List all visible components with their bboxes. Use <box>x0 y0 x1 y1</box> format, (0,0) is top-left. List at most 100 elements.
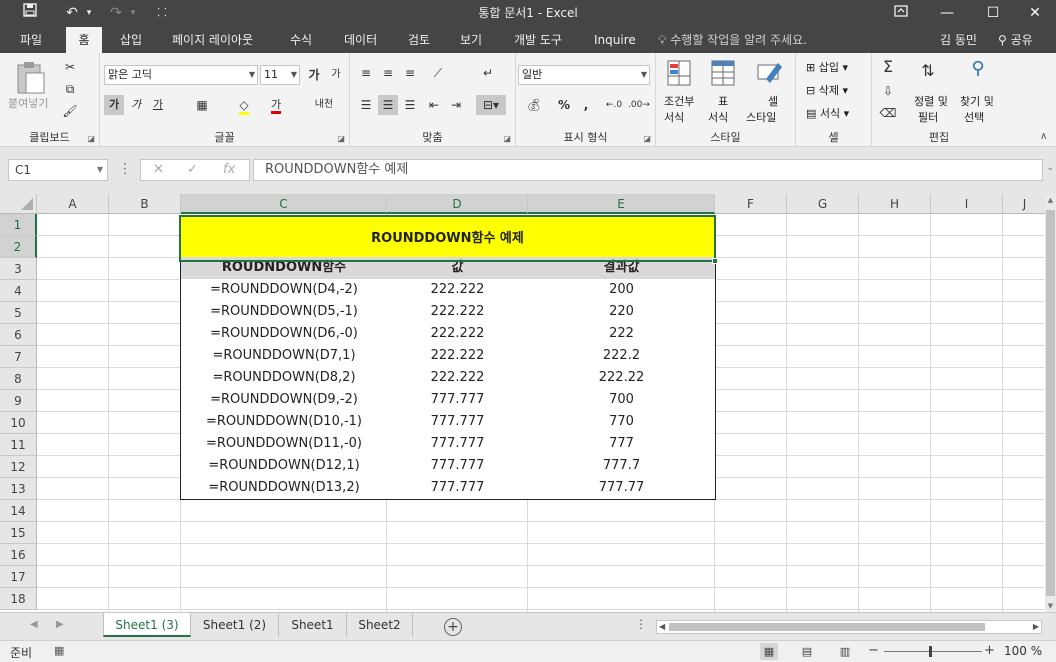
wrap-text-icon[interactable]: ↵ <box>478 63 498 83</box>
table-cell-formula[interactable]: =ROUNDDOWN(D9,-2) <box>180 389 388 412</box>
row-header-2[interactable]: 2 <box>0 236 37 258</box>
row-header-10[interactable]: 10 <box>0 412 37 434</box>
table-cell-result[interactable]: 222 <box>528 323 716 346</box>
increase-indent-icon[interactable]: ⇥ <box>446 95 466 115</box>
minimize-icon[interactable]: — <box>924 0 970 27</box>
tab-inquire[interactable]: Inquire <box>590 27 640 53</box>
customize-qat-icon[interactable]: ⸬ <box>154 3 170 23</box>
column-header-h[interactable]: H <box>859 194 931 214</box>
table-cell-result[interactable]: 220 <box>528 301 716 324</box>
title-cell[interactable]: ROUNDDOWN함수 예제 <box>180 216 715 261</box>
table-header-value[interactable]: 값 <box>387 257 529 280</box>
row-header-16[interactable]: 16 <box>0 544 37 566</box>
tab-file[interactable]: 파일 <box>16 27 46 53</box>
expand-formula-icon[interactable]: ⌄ <box>1046 163 1054 173</box>
align-top-icon[interactable]: ≡ <box>356 63 376 83</box>
tab-split-icon[interactable]: ⋮ <box>635 617 647 631</box>
table-cell-result[interactable]: 770 <box>528 411 716 434</box>
underline-button[interactable]: 가 <box>148 95 168 115</box>
horizontal-scrollbar[interactable]: ◀ ▶ <box>656 620 1042 634</box>
cut-icon[interactable]: ✂ <box>60 57 80 77</box>
table-cell-result[interactable]: 200 <box>528 279 716 302</box>
align-left-icon[interactable]: ☰ <box>356 95 376 115</box>
italic-button[interactable]: 가 <box>126 95 146 115</box>
increase-decimal-icon[interactable]: ←.0 <box>604 95 624 115</box>
ribbon-display-icon[interactable] <box>878 0 924 27</box>
table-cell-result[interactable]: 222.22 <box>528 367 716 390</box>
column-header-g[interactable]: G <box>787 194 859 214</box>
enter-icon[interactable]: ✓ <box>187 160 198 180</box>
cancel-icon[interactable]: ✕ <box>153 160 164 180</box>
tell-me-box[interactable]: 💡︎ 수행할 작업을 알려 주세요. <box>658 27 807 53</box>
number-format-select[interactable]: 일반 ▼ <box>518 65 650 85</box>
undo-dropdown-icon[interactable]: ▾ <box>84 3 94 23</box>
shrink-font-button[interactable]: 가 <box>326 65 346 85</box>
sheet-tab-sheet2[interactable]: Sheet2 <box>347 613 413 637</box>
decrease-indent-icon[interactable]: ⇤ <box>424 95 444 115</box>
column-header-c[interactable]: C <box>181 194 387 214</box>
format-painter-icon[interactable]: 🖌︎ <box>60 101 80 121</box>
tab-page-layout[interactable]: 페이지 레이아웃 <box>168 27 257 53</box>
column-header-e[interactable]: E <box>528 194 715 214</box>
fill-color-icon[interactable]: ◇ <box>234 95 254 115</box>
clipboard-launcher-icon[interactable]: ◪ <box>87 134 95 143</box>
grow-font-button[interactable]: 가 <box>304 65 324 85</box>
fill-icon[interactable]: ⇩ <box>878 81 898 101</box>
number-launcher-icon[interactable]: ◪ <box>643 134 651 143</box>
vertical-scroll-thumb[interactable] <box>1046 210 1055 596</box>
table-cell-value[interactable]: 222.222 <box>387 301 529 324</box>
font-size-select[interactable]: 11 ▼ <box>260 65 300 85</box>
bold-button[interactable]: 가 <box>104 95 124 115</box>
redo-dropdown-icon[interactable]: ▾ <box>128 3 138 23</box>
table-cell-formula[interactable]: =ROUNDDOWN(D13,2) <box>180 477 388 500</box>
column-header-j[interactable]: J <box>1003 194 1045 214</box>
column-header-i[interactable]: I <box>931 194 1003 214</box>
row-header-6[interactable]: 6 <box>0 324 37 346</box>
zoom-out-icon[interactable]: − <box>868 643 879 658</box>
undo-icon[interactable]: ↶ <box>62 3 82 23</box>
percent-button[interactable]: % <box>554 95 574 115</box>
sort-filter-icon[interactable]: ⇅ <box>918 61 938 81</box>
scroll-up-icon[interactable]: ▲ <box>1045 196 1056 204</box>
scroll-down-icon[interactable]: ▼ <box>1045 602 1056 610</box>
table-cell-result[interactable]: 700 <box>528 389 716 412</box>
page-break-view-icon[interactable]: ▥ <box>836 643 854 660</box>
table-cell-value[interactable]: 777.777 <box>387 477 529 500</box>
scroll-left-icon[interactable]: ◀ <box>659 621 665 633</box>
page-layout-view-icon[interactable]: ▤ <box>798 643 816 660</box>
table-cell-formula[interactable]: =ROUNDDOWN(D6,-0) <box>180 323 388 346</box>
table-cell-formula[interactable]: =ROUNDDOWN(D12,1) <box>180 455 388 478</box>
share-button[interactable]: ⚲ 공유 <box>998 27 1033 53</box>
font-launcher-icon[interactable]: ◪ <box>337 134 345 143</box>
column-header-d[interactable]: D <box>387 194 528 214</box>
table-cell-result[interactable]: 777 <box>528 433 716 456</box>
merge-center-icon[interactable]: ⊟▾ <box>476 95 506 115</box>
row-header-7[interactable]: 7 <box>0 346 37 368</box>
font-name-select[interactable]: 맑은 고딕 ▼ <box>104 65 258 85</box>
table-header-formula[interactable]: ROUDNDOWN함수 <box>180 257 388 280</box>
table-cell-value[interactable]: 777.777 <box>387 455 529 478</box>
row-header-4[interactable]: 4 <box>0 280 37 302</box>
row-header-11[interactable]: 11 <box>0 434 37 456</box>
save-icon[interactable] <box>20 3 40 23</box>
zoom-level[interactable]: 100 % <box>1004 644 1042 658</box>
zoom-slider[interactable] <box>884 651 982 652</box>
cell-styles-icon[interactable] <box>756 59 784 92</box>
table-cell-formula[interactable]: =ROUNDDOWN(D8,2) <box>180 367 388 390</box>
align-bottom-icon[interactable]: ≡ <box>400 63 420 83</box>
table-cell-value[interactable]: 222.222 <box>387 345 529 368</box>
decrease-decimal-icon[interactable]: .00→ <box>628 95 650 115</box>
fill-handle[interactable] <box>712 258 718 264</box>
orientation-icon[interactable]: ⟋ <box>428 63 448 83</box>
font-color-button[interactable]: 가 <box>266 95 286 115</box>
zoom-in-icon[interactable]: + <box>984 643 995 658</box>
select-all-button[interactable] <box>0 194 37 214</box>
table-cell-formula[interactable]: =ROUNDDOWN(D7,1) <box>180 345 388 368</box>
format-cells-button[interactable]: ▤ 서식 ▾ <box>806 105 849 121</box>
copy-icon[interactable]: ⧉ <box>60 79 80 99</box>
column-header-b[interactable]: B <box>109 194 181 214</box>
insert-cells-button[interactable]: ⊞ 삽입 ▾ <box>806 59 848 75</box>
table-cell-formula[interactable]: =ROUNDDOWN(D10,-1) <box>180 411 388 434</box>
paste-button[interactable] <box>12 59 48 98</box>
table-cell-value[interactable]: 222.222 <box>387 323 529 346</box>
